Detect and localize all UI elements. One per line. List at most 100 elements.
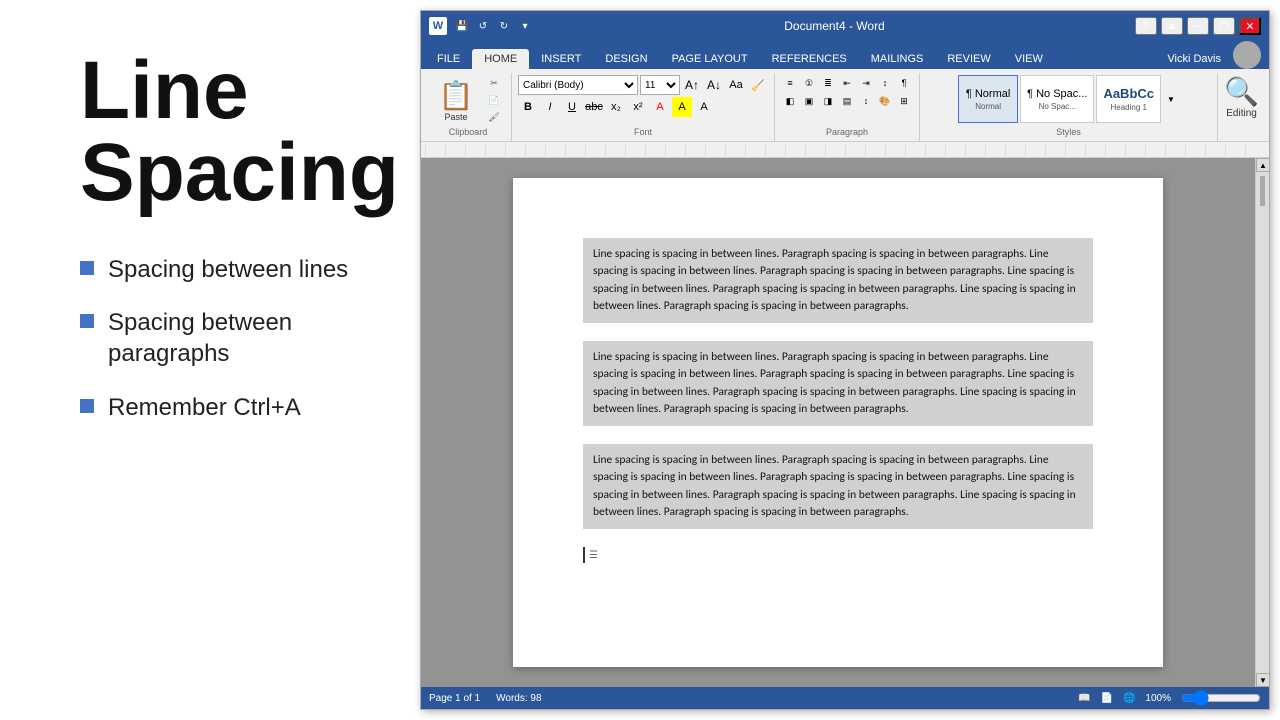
tab-view[interactable]: VIEW xyxy=(1003,49,1055,69)
tab-review[interactable]: REVIEW xyxy=(935,49,1002,69)
editing-label: Editing xyxy=(1226,108,1257,119)
font-case-button[interactable]: Aa xyxy=(726,75,746,95)
bullet-text-1: Spacing between lines xyxy=(108,254,348,285)
document-scroll-area: Line spacing is spacing in between lines… xyxy=(421,158,1269,687)
increase-indent-button[interactable]: ⇥ xyxy=(857,75,875,91)
title-bar-title: Document4 - Word xyxy=(534,19,1135,33)
minimize-button[interactable]: — xyxy=(1187,17,1209,35)
tab-home[interactable]: HOME xyxy=(472,49,529,69)
scroll-thumb[interactable] xyxy=(1260,176,1265,206)
horizontal-ruler xyxy=(421,142,1269,158)
redo-qat-button[interactable]: ↻ xyxy=(495,17,513,35)
bullet-icon-3 xyxy=(80,399,94,413)
align-center-button[interactable]: ▣ xyxy=(800,93,818,109)
font-label: Font xyxy=(634,125,652,139)
italic-button[interactable]: I xyxy=(540,97,560,117)
style-heading1[interactable]: AaBbCc Heading 1 xyxy=(1096,75,1161,123)
bold-button[interactable]: B xyxy=(518,97,538,117)
doc-para-1-text: Line spacing is spacing in between lines… xyxy=(593,247,1076,313)
ribbon-content: 📋 Paste ✂ 📄 🖌 Clipboard Calibri (Body) xyxy=(421,69,1269,142)
bullet-text-2: Spacing between paragraphs xyxy=(108,307,380,369)
text-color-button[interactable]: A xyxy=(650,97,670,117)
paragraph-group-inner: ≡ ① ≣ ⇤ ⇥ ↕ ¶ ◧ ▣ ◨ ▤ ↕ 🎨 ⊞ xyxy=(781,75,913,109)
subscript-button[interactable]: x₂ xyxy=(606,97,626,117)
word-icon: W xyxy=(429,17,447,35)
title-bar-controls: ? ▲ — ❐ ✕ xyxy=(1135,17,1261,35)
close-button[interactable]: ✕ xyxy=(1239,17,1261,35)
strikethrough-button[interactable]: abc xyxy=(584,97,604,117)
tab-mailings[interactable]: MAILINGS xyxy=(859,49,936,69)
style-no-spacing[interactable]: ¶ No Spac... No Spac... xyxy=(1020,75,1094,123)
doc-paragraph-3[interactable]: Line spacing is spacing in between lines… xyxy=(583,444,1093,529)
bullet-text-3: Remember Ctrl+A xyxy=(108,392,301,423)
style-normal[interactable]: ¶ Normal Normal xyxy=(958,75,1018,123)
font-name-select[interactable]: Calibri (Body) xyxy=(518,75,638,95)
clear-format-button[interactable]: 🧹 xyxy=(748,75,768,95)
bullet-item-3: Remember Ctrl+A xyxy=(80,392,380,423)
zoom-level: 100% xyxy=(1145,693,1171,704)
restore-button[interactable]: ❐ xyxy=(1213,17,1235,35)
shading-button[interactable]: 🎨 xyxy=(876,93,894,109)
style-normal-label: Normal xyxy=(975,102,1001,111)
numbering-button[interactable]: ① xyxy=(800,75,818,91)
tab-references[interactable]: REFERENCES xyxy=(760,49,859,69)
editing-icon: 🔍 xyxy=(1224,75,1259,108)
underline-button[interactable]: U xyxy=(562,97,582,117)
justify-button[interactable]: ▤ xyxy=(838,93,856,109)
doc-paragraph-2[interactable]: Line spacing is spacing in between lines… xyxy=(583,341,1093,426)
multilevel-button[interactable]: ≣ xyxy=(819,75,837,91)
view-print-button[interactable]: 📄 xyxy=(1101,693,1113,704)
view-read-button[interactable]: 📖 xyxy=(1078,693,1090,704)
doc-paragraph-1[interactable]: Line spacing is spacing in between lines… xyxy=(583,238,1093,323)
tab-design[interactable]: DESIGN xyxy=(593,49,659,69)
decrease-indent-button[interactable]: ⇤ xyxy=(838,75,856,91)
undo-qat-button[interactable]: ↺ xyxy=(474,17,492,35)
style-nospace-preview: ¶ No Spac... xyxy=(1027,88,1087,100)
styles-label: Styles xyxy=(1056,125,1081,139)
slide-title: LineSpacing xyxy=(80,50,380,214)
scroll-down-button[interactable]: ▼ xyxy=(1256,673,1269,687)
line-spacing-button[interactable]: ↕ xyxy=(857,93,875,109)
grow-font-button[interactable]: A↑ xyxy=(682,75,702,95)
document-main: Line spacing is spacing in between lines… xyxy=(421,158,1255,687)
sort-button[interactable]: ↕ xyxy=(876,75,894,91)
zoom-slider[interactable] xyxy=(1181,690,1261,706)
copy-button[interactable]: 📄 xyxy=(483,92,505,108)
align-right-button[interactable]: ◨ xyxy=(819,93,837,109)
bullet-item-2: Spacing between paragraphs xyxy=(80,307,380,369)
doc-para-3-text: Line spacing is spacing in between lines… xyxy=(593,453,1076,519)
help-button[interactable]: ? xyxy=(1135,17,1157,35)
tab-file[interactable]: FILE xyxy=(425,49,472,69)
editing-group: 🔍 Editing xyxy=(1218,73,1265,141)
tab-page-layout[interactable]: PAGE LAYOUT xyxy=(660,49,760,69)
ribbon-toggle-button[interactable]: ▲ xyxy=(1161,17,1183,35)
format-painter-button[interactable]: 🖌 xyxy=(483,109,505,125)
font-color-button[interactable]: A xyxy=(694,97,714,117)
save-qat-button[interactable]: 💾 xyxy=(453,17,471,35)
qat-more-button[interactable]: ▾ xyxy=(516,17,534,35)
borders-button[interactable]: ⊞ xyxy=(895,93,913,109)
cut-button[interactable]: ✂ xyxy=(483,75,505,91)
font-row-1: Calibri (Body) 11 A↑ A↓ Aa 🧹 xyxy=(518,75,768,95)
bullets-button[interactable]: ≡ xyxy=(781,75,799,91)
align-left-button[interactable]: ◧ xyxy=(781,93,799,109)
scroll-up-button[interactable]: ▲ xyxy=(1256,158,1269,172)
highlight-button[interactable]: A xyxy=(672,97,692,117)
font-size-select[interactable]: 11 xyxy=(640,75,680,95)
document-page: Line spacing is spacing in between lines… xyxy=(513,178,1163,667)
shrink-font-button[interactable]: A↓ xyxy=(704,75,724,95)
superscript-button[interactable]: x² xyxy=(628,97,648,117)
user-name[interactable]: Vicki Davis xyxy=(1159,49,1229,69)
show-hide-button[interactable]: ¶ xyxy=(895,75,913,91)
bullet-icon-1 xyxy=(80,261,94,275)
title-bar: W 💾 ↺ ↻ ▾ Document4 - Word ? ▲ — ❐ ✕ xyxy=(421,11,1269,41)
editing-group-inner: 🔍 Editing xyxy=(1224,75,1259,119)
page-count: Page 1 of 1 xyxy=(429,693,480,704)
quick-access-toolbar: 💾 ↺ ↻ ▾ xyxy=(453,17,534,35)
styles-more-button[interactable]: ▼ xyxy=(1163,75,1179,123)
doc-para-2-text: Line spacing is spacing in between lines… xyxy=(593,350,1076,416)
paste-button[interactable]: 📋 Paste xyxy=(431,75,481,125)
title-bar-left: W 💾 ↺ ↻ ▾ xyxy=(429,17,534,35)
view-web-button[interactable]: 🌐 xyxy=(1123,693,1135,704)
tab-insert[interactable]: INSERT xyxy=(529,49,593,69)
